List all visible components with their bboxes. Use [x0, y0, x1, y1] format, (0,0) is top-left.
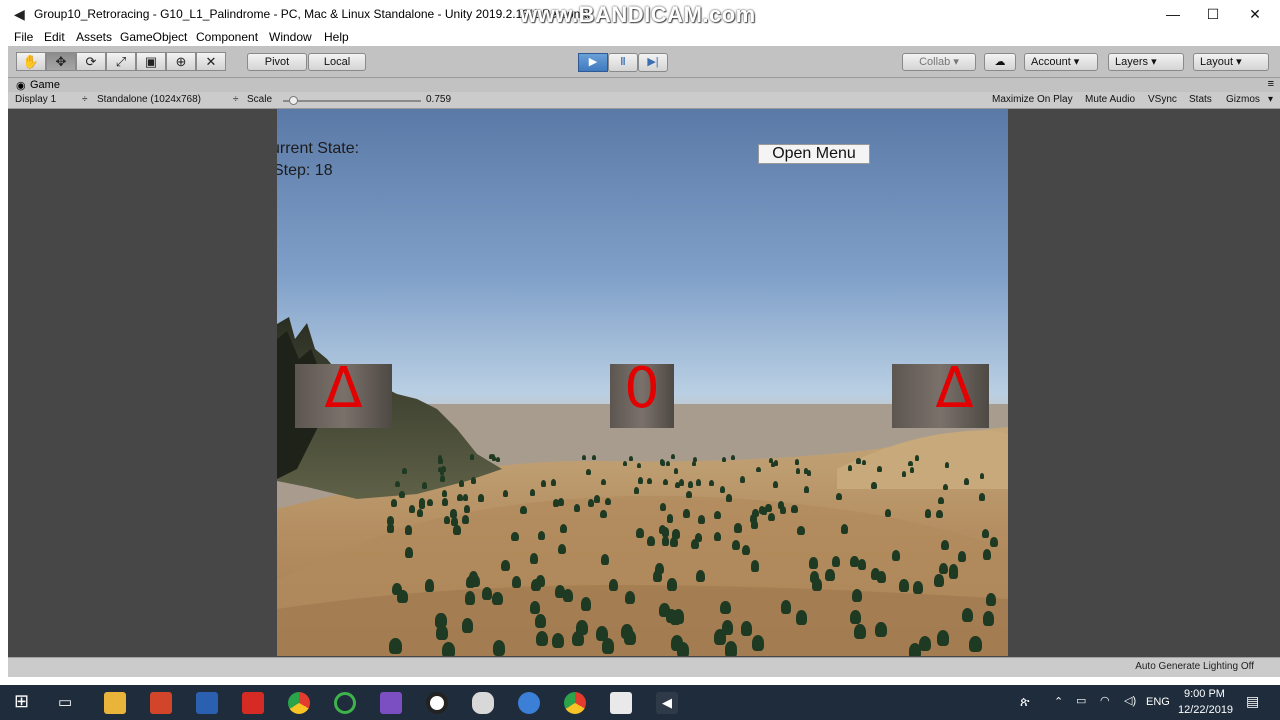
- move-tool-icon[interactable]: ✥: [46, 52, 76, 71]
- chrome-second-icon[interactable]: [564, 692, 586, 714]
- chrome-profile-icon[interactable]: [518, 692, 540, 714]
- cube-right: Δ: [892, 356, 989, 428]
- cube-center: 0: [610, 356, 674, 428]
- layers-label: Layers: [1115, 56, 1149, 68]
- menu-bar: File Edit Assets GameObject Component Wi…: [0, 28, 1280, 46]
- clock-date[interactable]: 12/22/2019: [1178, 704, 1233, 716]
- pivot-label: Pivot: [264, 56, 290, 68]
- close-button[interactable]: ✕: [1232, 0, 1278, 28]
- cube-right-glyph: Δ: [935, 356, 974, 421]
- acrobat-icon[interactable]: [242, 692, 264, 714]
- current-state-label: urrent State:: [277, 140, 360, 157]
- menu-window[interactable]: Window: [269, 30, 312, 44]
- lighting-status: Auto Generate Lighting Off: [1135, 661, 1254, 672]
- task-view-icon[interactable]: ▭: [58, 693, 72, 711]
- local-label: Local: [323, 56, 351, 68]
- scale-slider-knob[interactable]: [288, 96, 298, 105]
- layout-label: Layout: [1200, 56, 1234, 68]
- mute-audio-toggle[interactable]: Mute Audio: [1085, 94, 1135, 105]
- game-view-bar: Display 1 ÷ Standalone (1024x768) ÷ Scal…: [8, 92, 1280, 109]
- rotate-tool-icon[interactable]: ⟳: [76, 52, 106, 71]
- game-scene[interactable]: Δ 0 Δ urrent State: Step: 18 Open Menu: [277, 109, 1008, 656]
- play-button-icon[interactable]: ▶: [578, 53, 608, 72]
- app-cloud-icon[interactable]: [472, 692, 494, 714]
- editor-toolbar: ✋ ✥ ⟳ ⤢ ▣ ⊕ ✕ Pivot Local ▶ ‖ ▶| Collab …: [8, 46, 1280, 78]
- transform-tool-icon[interactable]: ⊕: [166, 52, 196, 71]
- vsync-toggle[interactable]: VSync: [1148, 94, 1177, 105]
- cube-left: Δ: [295, 356, 392, 428]
- clock-time[interactable]: 9:00 PM: [1184, 688, 1225, 700]
- notifications-icon[interactable]: ▤: [1246, 693, 1259, 710]
- account-label: Account: [1031, 56, 1071, 68]
- unity-taskbar-icon[interactable]: ◀: [656, 692, 678, 714]
- scale-value: 0.759: [426, 94, 452, 105]
- local-toggle[interactable]: Local: [308, 53, 366, 71]
- gizmos-dropdown-arrow-icon[interactable]: ▾: [1268, 94, 1273, 105]
- powerpoint-icon[interactable]: [150, 692, 172, 714]
- cloud-icon[interactable]: ☁: [984, 53, 1016, 71]
- menu-file[interactable]: File: [14, 30, 33, 44]
- file-explorer-icon[interactable]: [104, 692, 126, 714]
- windows-taskbar: ⊞ ▭ ◀ ጵ ⌃ ▭ ◠ ◁) ENG 9:00 PM 12/22/2019 …: [0, 685, 1280, 720]
- menu-assets[interactable]: Assets: [76, 30, 112, 44]
- hand-tool-icon[interactable]: ✋: [16, 52, 46, 71]
- game-tab-icon: ◉: [16, 80, 26, 92]
- menu-help[interactable]: Help: [324, 30, 349, 44]
- menu-edit[interactable]: Edit: [44, 30, 65, 44]
- menu-gameobject[interactable]: GameObject: [120, 30, 187, 44]
- pivot-toggle[interactable]: Pivot: [247, 53, 307, 71]
- visual-studio-icon[interactable]: [380, 692, 402, 714]
- game-tab[interactable]: ◉ Game ≡: [8, 78, 1280, 92]
- pause-button-icon[interactable]: ‖: [608, 53, 638, 72]
- green-app-icon[interactable]: [334, 692, 356, 714]
- open-menu-button[interactable]: Open Menu: [758, 144, 870, 164]
- scale-tool-icon[interactable]: ⤢: [106, 52, 136, 71]
- collab-label: Collab: [919, 56, 951, 68]
- collab-dropdown[interactable]: Collab ▾: [902, 53, 976, 71]
- account-dropdown[interactable]: Account ▾: [1024, 53, 1098, 71]
- game-tab-label: Game: [30, 79, 60, 91]
- gizmos-dropdown[interactable]: Gizmos: [1226, 94, 1260, 105]
- status-bar: Auto Generate Lighting Off: [8, 657, 1280, 677]
- resolution-dropdown-arrow-icon[interactable]: ÷: [233, 94, 239, 105]
- step-counter: Step: 18: [277, 162, 333, 179]
- bandicam-record-icon[interactable]: [426, 692, 448, 714]
- resolution-dropdown[interactable]: Standalone (1024x768): [97, 94, 201, 105]
- battery-icon[interactable]: ▭: [1076, 694, 1086, 707]
- language-indicator[interactable]: ENG: [1146, 696, 1170, 708]
- maximize-button[interactable]: ☐: [1190, 0, 1236, 28]
- display-dropdown[interactable]: Display 1: [15, 94, 56, 105]
- windows-start-icon[interactable]: ⊞: [14, 691, 29, 712]
- bandicam-watermark: www.BANDICAM.com: [520, 2, 756, 27]
- scale-label: Scale: [247, 94, 273, 105]
- display-dropdown-arrow-icon[interactable]: ÷: [82, 94, 88, 105]
- layout-dropdown[interactable]: Layout ▾: [1193, 53, 1269, 71]
- scale-slider-track[interactable]: [283, 100, 421, 102]
- volume-icon[interactable]: ◁): [1124, 694, 1136, 707]
- tab-menu-icon[interactable]: ≡: [1268, 78, 1274, 90]
- word-icon[interactable]: [196, 692, 218, 714]
- tray-overflow-icon[interactable]: ⌃: [1054, 695, 1063, 708]
- unity-logo-icon: ◀: [14, 6, 25, 22]
- stats-toggle[interactable]: Stats: [1189, 94, 1212, 105]
- layers-dropdown[interactable]: Layers ▾: [1108, 53, 1184, 71]
- custom-tool-icon[interactable]: ✕: [196, 52, 226, 71]
- rect-tool-icon[interactable]: ▣: [136, 52, 166, 71]
- maximize-on-play-toggle[interactable]: Maximize On Play: [992, 94, 1073, 105]
- window-title: Group10_Retroracing - G10_L1_Palindrome …: [34, 7, 590, 21]
- cube-left-glyph: Δ: [324, 356, 363, 421]
- step-button-icon[interactable]: ▶|: [638, 53, 668, 72]
- menu-component[interactable]: Component: [196, 30, 258, 44]
- java-icon[interactable]: [610, 692, 632, 714]
- wifi-icon[interactable]: ◠: [1100, 694, 1110, 707]
- window-titlebar: ◀ Group10_Retroracing - G10_L1_Palindrom…: [0, 0, 1280, 28]
- people-icon[interactable]: ጵ: [1020, 694, 1030, 710]
- cube-center-glyph: 0: [624, 356, 660, 421]
- chrome-icon[interactable]: [288, 692, 310, 714]
